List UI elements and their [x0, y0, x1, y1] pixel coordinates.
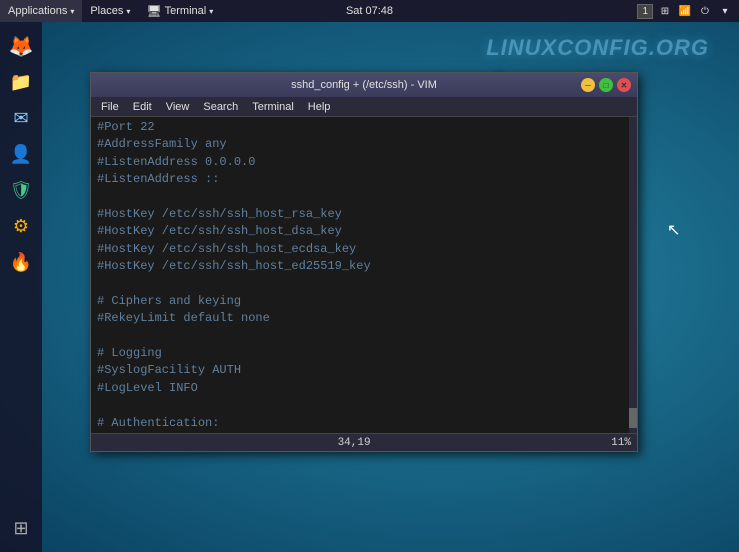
- taskbar-power-chevron-icon[interactable]: ▾: [717, 3, 733, 19]
- user-icon: 👤: [10, 144, 32, 165]
- terminal-menu[interactable]: 🖥 Terminal ▾: [138, 0, 221, 22]
- taskbar: Applications ▾ Places ▾ 🖥 Terminal ▾ Sat…: [0, 0, 739, 22]
- vim-line: #RekeyLimit default none: [97, 310, 631, 327]
- places-menu[interactable]: Places ▾: [82, 0, 138, 22]
- workspace-number[interactable]: 1: [637, 4, 653, 19]
- applications-menu[interactable]: Applications ▾: [0, 0, 82, 22]
- taskbar-clock: Sat 07:48: [346, 5, 393, 17]
- vim-titlebar: sshd_config + (/etc/ssh) - VIM ─ □ ✕: [91, 73, 637, 97]
- vim-menubar: File Edit View Search Terminal Help: [91, 97, 637, 117]
- applications-chevron-icon: ▾: [70, 7, 74, 16]
- vim-menu-edit[interactable]: Edit: [127, 99, 158, 115]
- terminal-chevron-icon: ▾: [209, 7, 213, 16]
- vim-line: #HostKey /etc/ssh/ssh_host_ecdsa_key: [97, 241, 631, 258]
- shield-icon: 🛡: [10, 180, 33, 201]
- vim-minimize-button[interactable]: ─: [581, 78, 595, 92]
- applications-label: Applications: [8, 5, 67, 17]
- vim-line: #SyslogFacility AUTH: [97, 362, 631, 379]
- vim-maximize-button[interactable]: □: [599, 78, 613, 92]
- taskbar-power-icon[interactable]: ⏻: [697, 3, 713, 19]
- vim-menu-search[interactable]: Search: [197, 99, 244, 115]
- vim-statusbar: 34,19 11%: [91, 433, 637, 451]
- watermark-text: LINUXCONFIG.ORG: [486, 35, 709, 61]
- vim-line: # Ciphers and keying: [97, 293, 631, 310]
- sidebar-icon-folder[interactable]: 📁: [5, 66, 37, 98]
- sidebar-icon-fire[interactable]: 🔥: [5, 246, 37, 278]
- vim-window-controls: ─ □ ✕: [581, 78, 631, 92]
- folder-icon: 📁: [10, 72, 32, 93]
- vim-menu-terminal[interactable]: Terminal: [246, 99, 300, 115]
- vim-scrollbar-thumb: [629, 408, 637, 428]
- vim-close-button[interactable]: ✕: [617, 78, 631, 92]
- sidebar-icon-shield[interactable]: 🛡: [5, 174, 37, 206]
- vim-line: #HostKey /etc/ssh/ssh_host_ed25519_key: [97, 258, 631, 275]
- settings-icon: ⚙: [13, 216, 29, 237]
- firefox-icon: 🦊: [9, 34, 34, 59]
- vim-line: # Authentication:: [97, 415, 631, 432]
- taskbar-apps-icon[interactable]: ⊞: [657, 3, 673, 19]
- vim-line: #AddressFamily any: [97, 136, 631, 153]
- vim-menu-file[interactable]: File: [95, 99, 125, 115]
- sidebar-icon-user[interactable]: 👤: [5, 138, 37, 170]
- vim-line: #HostKey /etc/ssh/ssh_host_dsa_key: [97, 223, 631, 240]
- vim-lines: #Port 22#AddressFamily any#ListenAddress…: [97, 119, 631, 433]
- places-chevron-icon: ▾: [126, 7, 130, 16]
- fire-icon: 🔥: [10, 252, 32, 273]
- taskbar-left: Applications ▾ Places ▾ 🖥 Terminal ▾: [0, 0, 637, 22]
- sidebar-icon-grid[interactable]: ⊞: [5, 512, 37, 544]
- sidebar: 🦊 📁 ✉ 👤 🛡 ⚙ 🔥 ⊞: [0, 22, 42, 552]
- terminal-icon-small: 🖥: [146, 4, 161, 18]
- taskbar-network-icon[interactable]: 📶: [677, 3, 693, 19]
- vim-line: # Logging: [97, 345, 631, 362]
- vim-line: [97, 397, 631, 414]
- vim-status-percent: 11%: [611, 437, 631, 449]
- terminal-label: Terminal: [165, 5, 207, 17]
- vim-title: sshd_config + (/etc/ssh) - VIM: [147, 79, 581, 91]
- vim-menu-view[interactable]: View: [160, 99, 196, 115]
- vim-line: #HostKey /etc/ssh/ssh_host_rsa_key: [97, 206, 631, 223]
- grid-icon: ⊞: [13, 518, 28, 539]
- sidebar-icon-mail[interactable]: ✉: [5, 102, 37, 134]
- taskbar-right: 1 ⊞ 📶 ⏻ ▾: [637, 3, 739, 19]
- sidebar-icon-settings[interactable]: ⚙: [5, 210, 37, 242]
- sidebar-icon-firefox[interactable]: 🦊: [5, 30, 37, 62]
- vim-window: sshd_config + (/etc/ssh) - VIM ─ □ ✕ Fil…: [90, 72, 638, 452]
- desktop: Applications ▾ Places ▾ 🖥 Terminal ▾ Sat…: [0, 0, 739, 552]
- vim-line: [97, 189, 631, 206]
- vim-content[interactable]: #Port 22#AddressFamily any#ListenAddress…: [91, 117, 637, 433]
- mail-icon: ✉: [13, 108, 28, 129]
- vim-line: #ListenAddress 0.0.0.0: [97, 154, 631, 171]
- places-label: Places: [90, 5, 123, 17]
- vim-scrollbar[interactable]: [629, 117, 637, 433]
- mouse-cursor: ↖: [667, 220, 679, 238]
- vim-line: #ListenAddress ::: [97, 171, 631, 188]
- vim-line: [97, 328, 631, 345]
- vim-status-position: 34,19: [338, 437, 371, 449]
- vim-line: [97, 432, 631, 433]
- vim-line: #Port 22: [97, 119, 631, 136]
- vim-menu-help[interactable]: Help: [302, 99, 337, 115]
- vim-line: [97, 276, 631, 293]
- vim-line: #LogLevel INFO: [97, 380, 631, 397]
